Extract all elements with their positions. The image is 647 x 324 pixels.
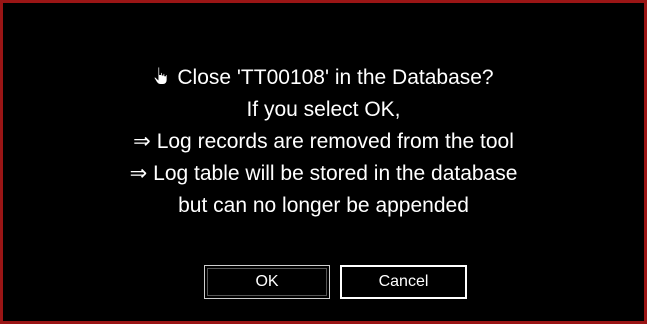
dialog-question-text: Close 'TT00108' in the Database? [177, 66, 494, 89]
cancel-button[interactable]: Cancel [340, 265, 467, 299]
arrow-icon: ⇒ [133, 130, 151, 153]
dialog-consequence-line-1: ⇒ Log records are removed from the tool [12, 126, 635, 158]
dialog-consequence-line-2: ⇒ Log table will be stored in the databas… [12, 158, 635, 190]
dialog-question-line: Close 'TT00108' in the Database? [12, 62, 635, 94]
dialog-condition-line: If you select OK, [246, 98, 401, 121]
confirm-dialog: Close 'TT00108' in the Database? If you … [12, 12, 635, 315]
dialog-consequence-line-3: but can no longer be appended [178, 194, 469, 217]
dialog-message: Close 'TT00108' in the Database? If you … [12, 62, 635, 222]
confirm-dialog-frame: Close 'TT00108' in the Database? If you … [0, 0, 647, 324]
hand-pointer-icon [154, 66, 168, 85]
arrow-icon: ⇒ [129, 162, 148, 185]
ok-button[interactable]: OK [204, 265, 330, 299]
